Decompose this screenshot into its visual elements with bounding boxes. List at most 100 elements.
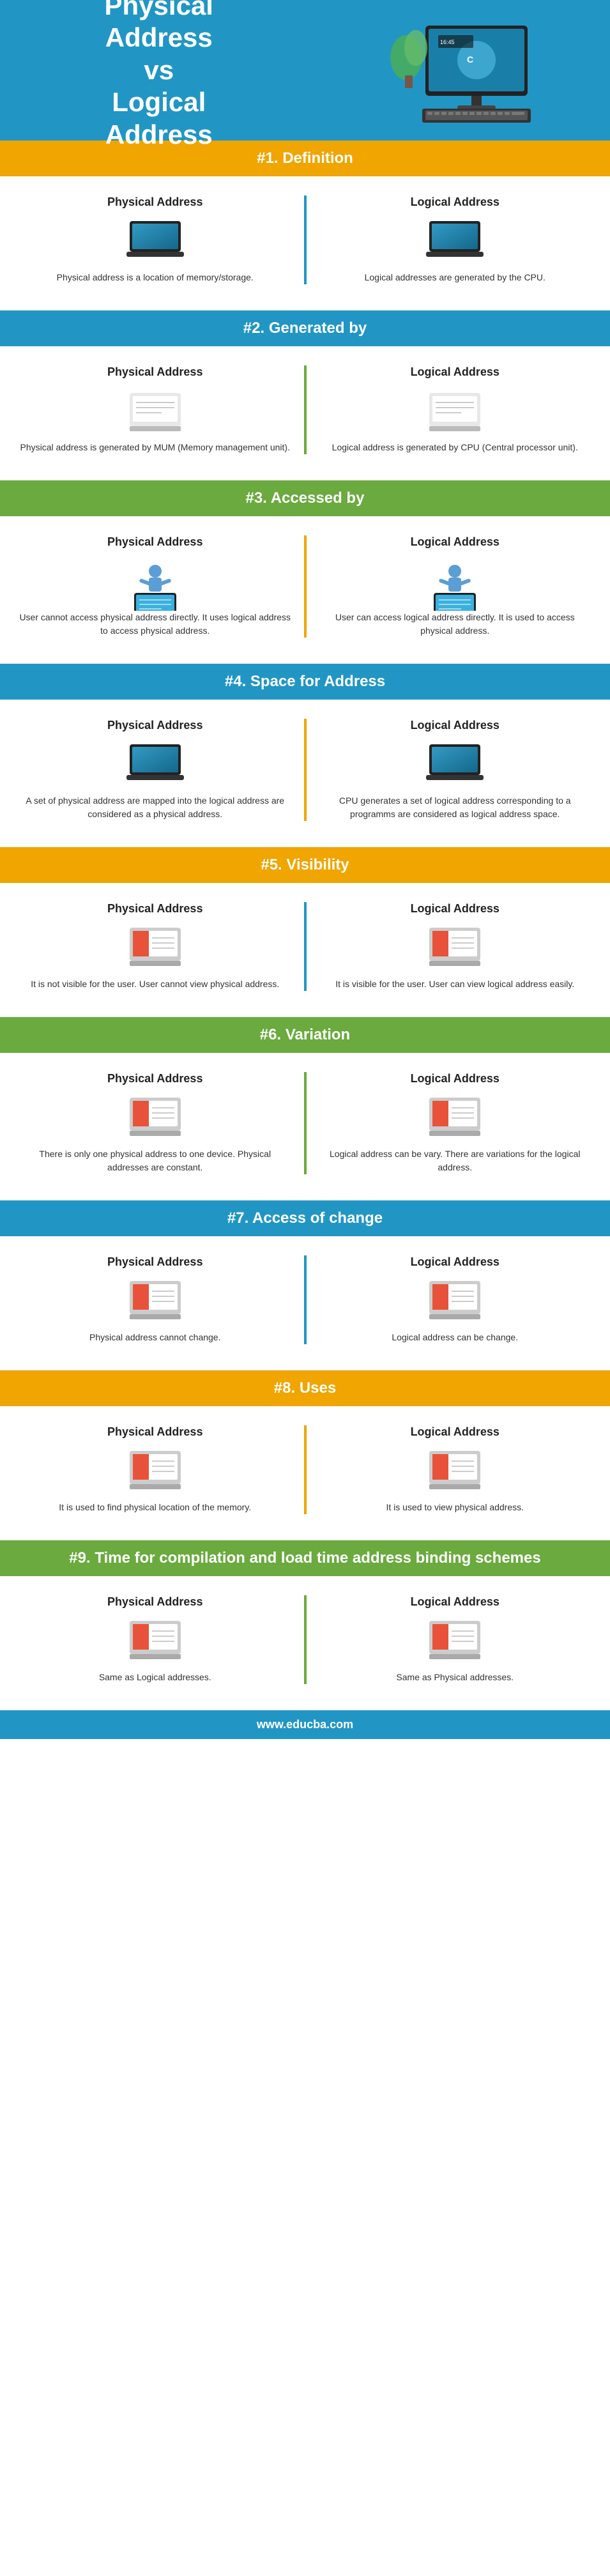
section-header-s6: #6. Variation (0, 1017, 610, 1053)
logical-icon-s2 (426, 390, 484, 431)
physical-col-s1: Physical Address Physical address is a l… (6, 189, 304, 291)
header-title-area: PhysicalAddressvsLogicalAddress (0, 0, 318, 141)
logical-icon-s5 (426, 926, 484, 968)
physical-text-s4: A set of physical address are mapped int… (19, 794, 291, 821)
section-title: Time for compilation and load time addre… (95, 1549, 540, 1567)
section-s7: #7. Access of change Physical Address Ph… (0, 1200, 610, 1370)
logical-text-s7: Logical address can be change. (392, 1331, 518, 1344)
physical-col-s9: Physical Address Same as Logical address… (6, 1589, 304, 1690)
logical-text-s4: CPU generates a set of logical address c… (319, 794, 591, 821)
logical-col-s8: Logical Address It is used to view physi… (307, 1419, 604, 1521)
section-header-s1: #1. Definition (0, 141, 610, 176)
logical-icon-s8 (426, 1450, 484, 1491)
logical-col-s1: Logical Address Logical addresses are ge… (307, 189, 604, 291)
physical-title-s3: Physical Address (107, 535, 202, 549)
section-number: #3. (246, 489, 271, 507)
logical-title-s7: Logical Address (411, 1255, 499, 1269)
section-s5: #5. Visibility Physical Address It is no… (0, 847, 610, 1017)
logical-col-s4: Logical Address CPU generates a set of l… (307, 712, 604, 827)
section-title: Accessed by (271, 489, 365, 507)
physical-title-s5: Physical Address (107, 902, 202, 916)
main-title: PhysicalAddressvsLogicalAddress (105, 0, 213, 151)
logical-col-s3: Logical Address User can access logical … (307, 529, 604, 644)
section-number: #6. (260, 1026, 286, 1043)
logical-text-s2: Logical address is generated by CPU (Cen… (332, 441, 578, 454)
logical-title-s2: Logical Address (411, 365, 499, 379)
logical-icon-s1 (426, 220, 484, 261)
section-number: #7. (227, 1209, 252, 1227)
section-number: #9. (69, 1549, 95, 1567)
section-s9: #9. Time for compilation and load time a… (0, 1540, 610, 1710)
section-header-s9: #9. Time for compilation and load time a… (0, 1540, 610, 1576)
section-header-s2: #2. Generated by (0, 310, 610, 346)
section-header-s3: #3. Accessed by (0, 480, 610, 516)
physical-col-s8: Physical Address It is used to find phys… (6, 1419, 304, 1521)
section-s1: #1. Definition Physical Address Physical… (0, 141, 610, 310)
footer-url: www.educba.com (257, 1718, 353, 1731)
logical-text-s1: Logical addresses are generated by the C… (365, 271, 545, 284)
section-number: #1. (257, 150, 282, 167)
logical-icon-s9 (426, 1620, 484, 1661)
section-header-s7: #7. Access of change (0, 1200, 610, 1236)
physical-icon-s4 (126, 743, 184, 785)
logical-col-s2: Logical Address Logical address is gener… (307, 359, 604, 461)
physical-icon-s8 (126, 1450, 184, 1491)
logical-text-s6: Logical address can be vary. There are v… (319, 1147, 591, 1174)
section-body-s3: Physical Address User cannot access phys… (0, 516, 610, 663)
logical-title-s5: Logical Address (411, 902, 499, 916)
physical-col-s7: Physical Address Physical address cannot… (6, 1249, 304, 1351)
section-body-s5: Physical Address It is not visible for t… (0, 883, 610, 1016)
section-s3: #3. Accessed by Physical Address User ca… (0, 480, 610, 664)
logical-title-s4: Logical Address (411, 719, 499, 732)
logical-icon-s4 (426, 743, 484, 785)
logical-col-s6: Logical Address Logical address can be v… (307, 1066, 604, 1181)
section-body-s2: Physical Address Physical address is gen… (0, 346, 610, 480)
logical-text-s5: It is visible for the user. User can vie… (335, 977, 574, 991)
physical-icon-s9 (126, 1620, 184, 1661)
physical-text-s7: Physical address cannot change. (89, 1331, 220, 1344)
page-header: PhysicalAddressvsLogicalAddress C 16:45 (0, 0, 610, 141)
physical-text-s3: User cannot access physical address dire… (19, 611, 291, 638)
section-body-s1: Physical Address Physical address is a l… (0, 176, 610, 310)
physical-icon-s1 (126, 220, 184, 261)
logical-title-s3: Logical Address (411, 535, 499, 549)
physical-text-s6: There is only one physical address to on… (19, 1147, 291, 1174)
section-number: #8. (274, 1379, 300, 1397)
svg-text:C: C (467, 54, 473, 65)
physical-title-s6: Physical Address (107, 1072, 202, 1085)
physical-text-s9: Same as Logical addresses. (99, 1671, 211, 1684)
logical-title-s8: Logical Address (411, 1425, 499, 1439)
physical-title-s9: Physical Address (107, 1595, 202, 1609)
section-body-s8: Physical Address It is used to find phys… (0, 1406, 610, 1540)
section-number: #2. (243, 319, 269, 337)
physical-text-s2: Physical address is generated by MUM (Me… (20, 441, 290, 454)
section-title: Generated by (269, 319, 367, 337)
logical-text-s9: Same as Physical addresses. (396, 1671, 514, 1684)
section-s6: #6. Variation Physical Address There is … (0, 1017, 610, 1200)
section-body-s6: Physical Address There is only one physi… (0, 1053, 610, 1200)
logical-title-s6: Logical Address (411, 1072, 499, 1085)
section-body-s4: Physical Address A set of physical addre… (0, 700, 610, 847)
section-header-s8: #8. Uses (0, 1370, 610, 1406)
section-header-s5: #5. Visibility (0, 847, 610, 883)
physical-title-s1: Physical Address (107, 195, 202, 209)
physical-icon-s6 (126, 1096, 184, 1138)
section-title: Variation (286, 1026, 350, 1043)
logical-title-s9: Logical Address (411, 1595, 499, 1609)
physical-title-s2: Physical Address (107, 365, 202, 379)
section-number: #5. (261, 856, 286, 873)
section-s4: #4. Space for Address Physical Address A… (0, 664, 610, 847)
physical-col-s6: Physical Address There is only one physi… (6, 1066, 304, 1181)
logical-col-s5: Logical Address It is visible for the us… (307, 896, 604, 997)
section-body-s7: Physical Address Physical address cannot… (0, 1236, 610, 1370)
physical-text-s1: Physical address is a location of memory… (57, 271, 254, 284)
logical-title-s1: Logical Address (411, 195, 499, 209)
physical-col-s5: Physical Address It is not visible for t… (6, 896, 304, 997)
physical-title-s7: Physical Address (107, 1255, 202, 1269)
sections-container: #1. Definition Physical Address Physical… (0, 141, 610, 1710)
logical-icon-s6 (426, 1096, 484, 1138)
section-title: Visibility (286, 856, 349, 873)
section-title: Definition (282, 150, 353, 167)
physical-col-s3: Physical Address User cannot access phys… (6, 529, 304, 644)
section-title: Space for Address (250, 673, 385, 690)
